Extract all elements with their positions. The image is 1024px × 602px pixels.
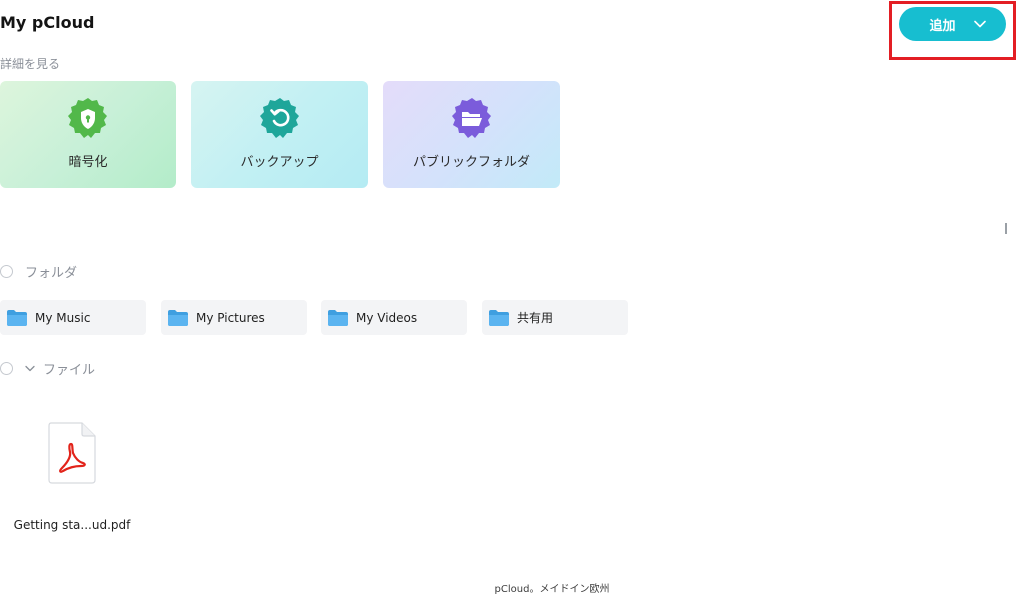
folder-item-my-videos[interactable]: My Videos [321, 300, 467, 335]
chevron-down-icon[interactable] [25, 365, 35, 372]
see-more-link[interactable]: 詳細を見る [0, 55, 60, 72]
folder-name: My Music [35, 310, 91, 325]
file-item-pdf[interactable]: Getting sta...ud.pdf [12, 422, 132, 542]
feature-card-public-folder[interactable]: パブリックフォルダ [383, 81, 560, 188]
folders-section-header: フォルダ [0, 262, 77, 281]
folder-icon [168, 309, 188, 326]
restore-icon [259, 98, 299, 138]
chevron-down-icon [973, 20, 986, 28]
folder-open-icon [451, 98, 491, 138]
folders-section-label: フォルダ [25, 266, 78, 281]
feature-card-label: 暗号化 [68, 155, 108, 170]
feature-card-label: バックアップ [240, 155, 319, 170]
shield-lock-icon [68, 98, 107, 138]
folder-item-shared[interactable]: 共有用 [482, 300, 628, 335]
files-section-label: ファイル [43, 363, 96, 378]
folder-name: My Videos [356, 310, 418, 325]
file-name: Getting sta...ud.pdf [13, 518, 131, 532]
feature-card-encryption[interactable]: 暗号化 [0, 81, 176, 188]
select-all-files-checkbox[interactable] [0, 362, 13, 375]
page-title: My pCloud [0, 13, 95, 32]
folder-name: 共有用 [517, 311, 554, 325]
files-section-header: ファイル [0, 359, 95, 378]
select-all-folders-checkbox[interactable] [0, 265, 13, 278]
folder-item-my-pictures[interactable]: My Pictures [161, 300, 307, 335]
folder-icon [328, 309, 348, 326]
pdf-file-icon [48, 422, 96, 484]
add-button-label: 追加 [929, 18, 956, 34]
scrollbar[interactable] [1005, 223, 1007, 234]
feature-card-label: パブリックフォルダ [412, 155, 530, 170]
folder-icon [489, 309, 509, 326]
feature-card-backup[interactable]: バックアップ [191, 81, 368, 188]
my-pcloud-page: My pCloud 詳細を見る 追加 暗号化 バックアップ パブリックフォルダ … [0, 0, 1024, 602]
footer-text: pCloud。メイドイン欧州 [494, 584, 610, 595]
add-button[interactable]: 追加 [899, 7, 1006, 41]
folder-icon [7, 309, 27, 326]
folder-name: My Pictures [196, 310, 265, 325]
folder-item-my-music[interactable]: My Music [0, 300, 146, 335]
